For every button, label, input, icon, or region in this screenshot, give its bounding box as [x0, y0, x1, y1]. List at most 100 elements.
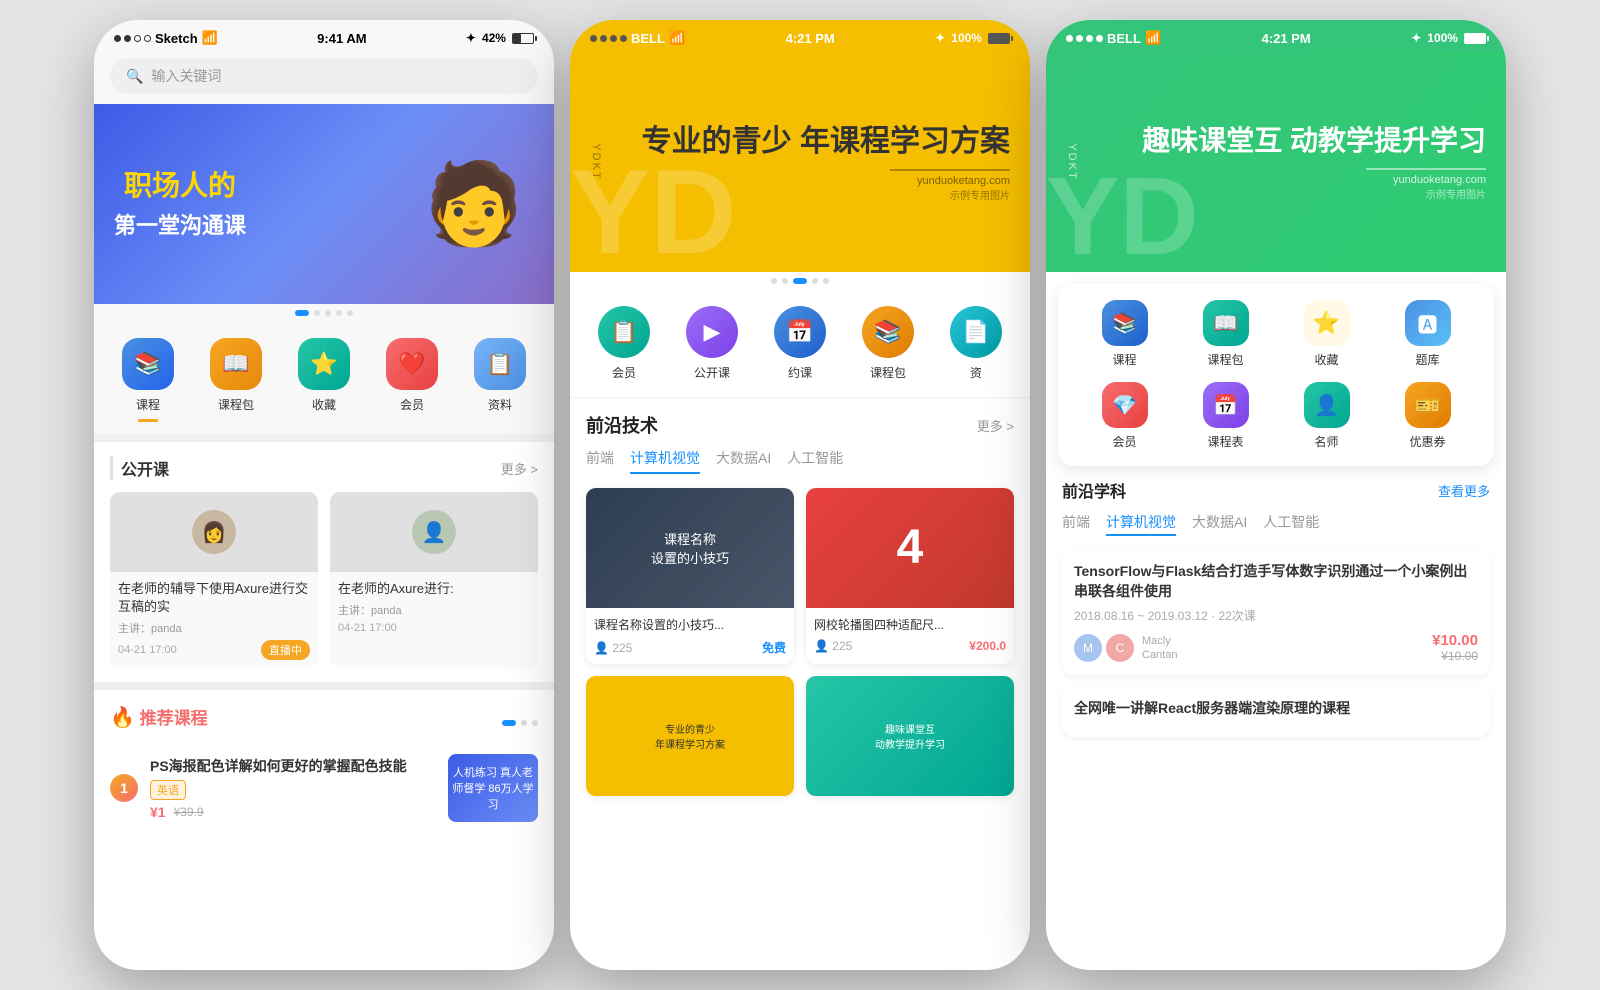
p2-card-3[interactable]: 专业的青少年课程学习方案	[586, 676, 794, 796]
icon-favorites-circle: ⭐	[298, 338, 350, 390]
course-card-info-1: 在老师的辅导下使用Axure进行交互稿的实 主讲：panda 04-21 17:…	[110, 572, 318, 668]
p3-avatar-cantan: C	[1106, 634, 1134, 662]
banner-dot-5	[347, 310, 353, 316]
recommend-card[interactable]: 1 PS海报配色详解如何更好的掌握配色技能 英语 ¥1 ¥39.9 人机练习 真…	[110, 754, 538, 822]
p3-favorites-label: 收藏	[1314, 351, 1338, 368]
p2-card-1[interactable]: 课程名称设置的小技巧 课程名称设置的小技巧... 👤 225 免费	[586, 488, 794, 664]
p3-course-title-2: 全网唯一讲解React服务器端渲染原理的课程	[1074, 699, 1478, 719]
p2-footer-2: 👤 225 ¥200.0	[814, 639, 1006, 653]
tab-bigdata[interactable]: 大数据AI	[716, 448, 771, 474]
p3-icons-bottom: 💎 会员 📅 课程表 👤 名师 🎫 优惠券	[1074, 382, 1478, 450]
course-time-1: 04-21 17:00	[118, 644, 177, 656]
recommend-section: 🔥 推荐课程 1 PS海报配色详解如何更好的掌握配色技能 英语 ¥1 ¥39.9	[94, 690, 554, 836]
course-card-info-2: 在老师的Axure进行: 主讲：panda 04-21 17:00	[330, 572, 538, 642]
p3-tab-frontend[interactable]: 前端	[1062, 512, 1090, 536]
tab-frontend[interactable]: 前端	[586, 448, 614, 474]
rank-badge: 1	[110, 774, 138, 802]
dot3	[134, 35, 141, 42]
public-course-more[interactable]: 更多 >	[501, 459, 538, 478]
p3-icon-teacher[interactable]: 👤 名师	[1304, 382, 1350, 450]
dot2-1	[590, 35, 597, 42]
course-card-thumb-2: 👤	[330, 492, 538, 572]
phone2-cards-grid: 课程名称设置的小技巧 课程名称设置的小技巧... 👤 225 免费 4	[586, 488, 1014, 796]
time-3: 4:21 PM	[1262, 31, 1311, 46]
search-icon: 🔍	[126, 68, 143, 85]
phone3-card: 📚 课程 📖 课程包 ⭐ 收藏 🅰 题库	[1058, 284, 1494, 466]
p3-course-1[interactable]: TensorFlow与Flask结合打造手写体数字识别通过一个小案例出串联各组件…	[1062, 550, 1490, 675]
icon-package-circle: 📖	[210, 338, 262, 390]
bd2-1	[771, 278, 777, 284]
p3-tab-ai[interactable]: 人工智能	[1263, 512, 1319, 536]
wifi-2: 📶	[669, 30, 685, 46]
tab-ai[interactable]: 人工智能	[787, 448, 843, 474]
banner-image: 职场人的 第一堂沟通课 🧑	[94, 104, 554, 304]
course-card-title-1: 在老师的辅导下使用Axure进行交互稿的实	[118, 580, 310, 616]
icon-member-label: 会员	[400, 396, 424, 413]
phone3-subject-more[interactable]: 查看更多	[1438, 481, 1490, 500]
bd2-5	[823, 278, 829, 284]
banner-text-2: 专业的青少 年课程学习方案	[642, 122, 1010, 161]
presenter-name-2: Cantan	[1142, 649, 1177, 661]
banner-dot-2	[314, 310, 320, 316]
public-course-header: 公开课 更多 >	[110, 456, 538, 480]
p3-timetable-circle: 📅	[1203, 382, 1249, 428]
p3-icon-questionbank[interactable]: 🅰 题库	[1405, 300, 1451, 368]
vertical-text-3: YDKT	[1066, 143, 1078, 180]
status-right-1: ✦ 42%	[466, 31, 534, 45]
bt-3: ✦	[1411, 31, 1421, 45]
bluetooth-icon: ✦	[466, 31, 476, 45]
p3-icon-timetable[interactable]: 📅 课程表	[1203, 382, 1249, 450]
p2-card-4[interactable]: 趣味课堂互动教学提升学习	[806, 676, 1014, 796]
course-card-2[interactable]: 👤 在老师的Axure进行: 主讲：panda 04-21 17:00	[330, 492, 538, 668]
phone2-tech-header: 前沿技术 更多 >	[586, 412, 1014, 438]
p3-course-2[interactable]: 全网唯一讲解React服务器端渲染原理的课程	[1062, 687, 1490, 737]
search-area: 🔍 输入关键词	[94, 52, 554, 104]
p3-tab-cv[interactable]: 计算机视觉	[1106, 512, 1176, 536]
p3-icon-package[interactable]: 📖 课程包	[1203, 300, 1249, 368]
course-time-2: 04-21 17:00	[338, 622, 397, 634]
course-card-1[interactable]: 👩 在老师的辅导下使用Axure进行交互稿的实 主讲：panda 04-21 1…	[110, 492, 318, 668]
p2-icon-booking[interactable]: 📅 约课	[774, 306, 826, 381]
phone2-tech-more[interactable]: 更多 >	[977, 416, 1014, 435]
p2-icon-member[interactable]: 📋 会员	[598, 306, 650, 381]
p2-thumb-1: 课程名称设置的小技巧	[586, 488, 794, 608]
network-label: Sketch	[155, 31, 198, 46]
icon-package[interactable]: 📖 课程包	[210, 338, 262, 422]
p2-icon-pkg[interactable]: 📚 课程包	[862, 306, 914, 381]
tab-cv[interactable]: 计算机视觉	[630, 448, 700, 474]
p3-icon-vip[interactable]: 💎 会员	[1102, 382, 1148, 450]
banner-url-3: yunduoketang.com	[1142, 174, 1486, 186]
status-left-2: BELL 📶	[590, 30, 685, 46]
icon-favorites[interactable]: ⭐ 收藏	[298, 338, 350, 422]
phone3-subject-title: 前沿学科	[1062, 478, 1126, 502]
search-bar[interactable]: 🔍 输入关键词	[110, 58, 538, 94]
icon-active-indicator	[138, 419, 158, 422]
icon-member[interactable]: ❤️ 会员	[386, 338, 438, 422]
icon-courses[interactable]: 📚 课程	[122, 338, 174, 422]
p2-icon-material[interactable]: 📄 资	[950, 306, 1002, 381]
icon-material[interactable]: 📋 资料	[474, 338, 526, 422]
p2-price-2: ¥200.0	[969, 639, 1006, 653]
p3-tab-bigdata[interactable]: 大数据AI	[1192, 512, 1247, 536]
recommend-dots	[502, 720, 538, 726]
p3-icon-favorites[interactable]: ⭐ 收藏	[1304, 300, 1350, 368]
banner-sample-2: 示例专用图片	[642, 187, 1010, 202]
p3-teacher-label: 名师	[1314, 433, 1338, 450]
dot3-1	[1066, 35, 1073, 42]
p2-thumb-text-4: 趣味课堂互动教学提升学习	[875, 721, 945, 751]
divider-1	[94, 434, 554, 442]
p3-coupon-label: 优惠券	[1409, 433, 1445, 450]
phone-1: Sketch 📶 9:41 AM ✦ 42% 🔍 输入关键词	[94, 20, 554, 970]
p2-icon-opencourse[interactable]: ▶ 公开课	[686, 306, 738, 381]
p3-qbank-circle: 🅰	[1405, 300, 1451, 346]
phone2-tech-title: 前沿技术	[586, 412, 658, 438]
p3-avatar-macly: M	[1074, 634, 1102, 662]
p3-qbank-label: 题库	[1415, 351, 1439, 368]
p3-icon-courses[interactable]: 📚 课程	[1102, 300, 1148, 368]
course-footer-2: 04-21 17:00	[338, 622, 530, 634]
p3-icon-coupon[interactable]: 🎫 优惠券	[1405, 382, 1451, 450]
dot2	[124, 35, 131, 42]
p3-package-circle: 📖	[1203, 300, 1249, 346]
rec-dot-1	[502, 720, 516, 726]
p2-card-2[interactable]: 4 网校轮播图四种适配尺... 👤 225 ¥200.0	[806, 488, 1014, 664]
